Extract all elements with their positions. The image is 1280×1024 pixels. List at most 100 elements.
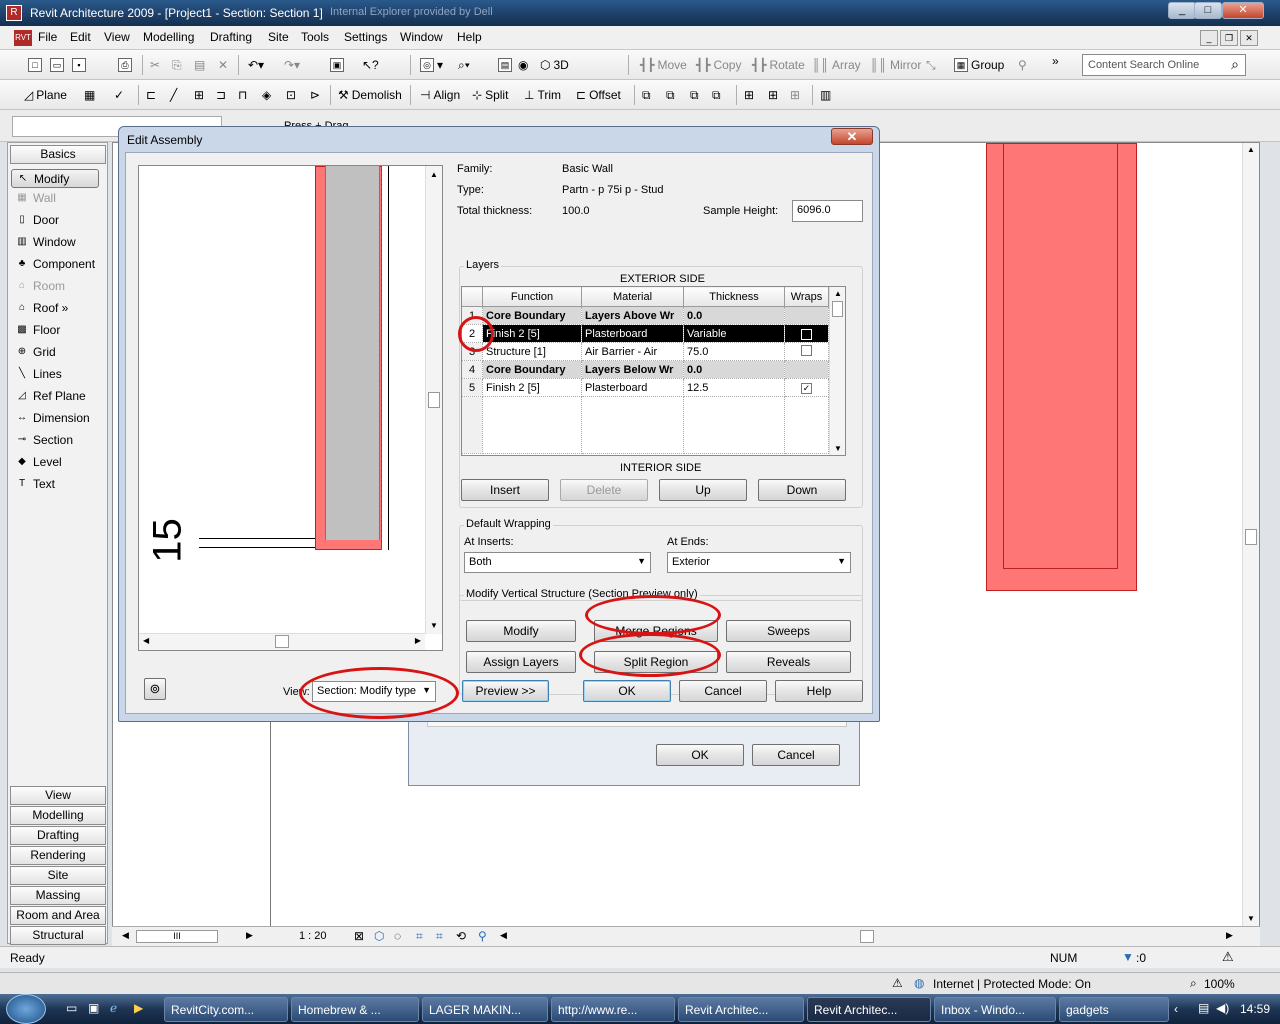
insert-button[interactable]: Insert — [461, 479, 549, 501]
plane-button[interactable]: ◿ Plane — [24, 86, 67, 104]
scroll-left-icon[interactable]: ◀ — [122, 930, 129, 941]
thickness-header[interactable]: Thickness — [683, 287, 785, 307]
open-icon[interactable]: ▭ — [50, 56, 64, 74]
new-icon[interactable]: □ — [28, 56, 42, 74]
mdi-minimize-button[interactable]: _ — [1200, 30, 1218, 46]
layer-thickness[interactable]: Variable — [683, 324, 785, 343]
hide-isolate-icon[interactable]: ⟲ — [456, 929, 466, 943]
tool-icon-14[interactable]: ⊞ — [768, 86, 778, 104]
search-icon[interactable]: ⌕ — [1231, 56, 1239, 73]
wraps-checkbox[interactable]: ✓ — [801, 382, 812, 394]
spelling-icon[interactable]: ✓ — [114, 86, 124, 104]
tool-icon-1[interactable]: ⊏ — [146, 86, 156, 104]
row-number[interactable]: 4 — [462, 360, 483, 379]
design-bar-item-roof[interactable]: ⌂ Roof » — [16, 301, 68, 315]
tool-icon-15[interactable]: ⊞ — [790, 86, 800, 104]
layer-function[interactable]: Structure [1] — [482, 342, 582, 361]
redo-icon[interactable]: ↷▾ — [284, 56, 300, 74]
function-header[interactable]: Function — [482, 287, 582, 307]
taskbar-button[interactable]: Revit Architec... — [807, 997, 931, 1022]
taskbar-button[interactable]: RevitCity.com... — [164, 997, 288, 1022]
tab-drafting[interactable]: Drafting — [10, 826, 106, 845]
design-bar-item-component[interactable]: ♣ Component — [16, 257, 95, 271]
minimize-button[interactable]: _ — [1168, 2, 1196, 19]
menu-help[interactable]: Help — [457, 30, 482, 44]
tool-icon-12[interactable]: ⧉ — [712, 86, 721, 104]
tab-view[interactable]: View — [10, 786, 106, 805]
filter-icon[interactable]: ▼ — [1122, 950, 1134, 964]
tool-icon-7[interactable]: ⊡ — [286, 86, 296, 104]
zoom-level[interactable]: 100% — [1204, 977, 1235, 991]
mirror-button[interactable]: ║║ Mirror — [870, 56, 921, 74]
help-pointer-icon[interactable]: ↖? — [362, 56, 379, 74]
tab-rendering[interactable]: Rendering — [10, 846, 106, 865]
up-button[interactable]: Up — [659, 479, 747, 501]
canvas-vscroll[interactable]: ▲ ▼ — [1242, 143, 1259, 929]
search-zoom-icon[interactable]: ⌕▾ — [458, 56, 470, 74]
preview-pane[interactable]: 15 ▲ ▼ ◀ ▶ — [138, 165, 443, 651]
demolish-button[interactable]: ⚒ Demolish — [338, 86, 402, 104]
print-icon[interactable]: ⎙ — [118, 56, 132, 74]
model-style-icon[interactable]: ⬡ — [374, 929, 384, 943]
taskbar-button[interactable]: Revit Architec... — [678, 997, 804, 1022]
layer-wraps[interactable] — [784, 360, 829, 379]
taskbar-button[interactable]: LAGER MAKIN... — [422, 997, 548, 1022]
at-ends-dropdown[interactable]: Exterior ▼ — [667, 552, 851, 573]
layer-row[interactable]: 5 Finish 2 [5] Plasterboard 12.5 ✓ — [462, 378, 829, 397]
tool-icon-11[interactable]: ⧉ — [690, 86, 699, 104]
menu-modelling[interactable]: Modelling — [143, 30, 194, 44]
layers-vscroll-thumb[interactable] — [832, 301, 843, 317]
view-scale[interactable]: 1 : 20 — [299, 930, 327, 942]
design-bar-item-room[interactable]: ⌂ Room — [16, 279, 65, 293]
crop-icon[interactable]: ⌗ — [416, 929, 423, 944]
delete-icon[interactable]: ✕ — [218, 56, 228, 74]
content-search-input[interactable]: Content Search Online ⌕ — [1082, 54, 1246, 76]
taskbar-button[interactable]: gadgets — [1059, 997, 1169, 1022]
copy-icon[interactable]: ⎘ — [172, 56, 182, 74]
group-button[interactable]: ▦ Group — [954, 56, 1004, 74]
material-header[interactable]: Material — [581, 287, 684, 307]
row-number[interactable]: 5 — [462, 378, 483, 397]
design-bar-item-ref-plane[interactable]: ◿ Ref Plane — [16, 389, 86, 403]
pin-icon[interactable]: ⚲ — [1018, 56, 1027, 74]
thin-lines-icon[interactable]: ▣ — [330, 56, 344, 74]
preview-vscroll-thumb[interactable] — [428, 392, 440, 408]
layers-table[interactable]: Function Material Thickness Wraps 1 Core … — [462, 287, 829, 454]
preview-vscroll[interactable]: ▲ ▼ — [425, 166, 442, 634]
hscroll-thumb[interactable]: III — [136, 930, 218, 943]
tool-icon-10[interactable]: ⧉ — [666, 86, 675, 104]
ok-button[interactable]: OK — [583, 680, 671, 702]
menu-site[interactable]: Site — [268, 30, 289, 44]
preview-hscroll[interactable]: ◀ ▶ — [139, 633, 425, 650]
design-bar-item-floor[interactable]: ▩ Floor — [16, 323, 60, 337]
layer-function[interactable]: Core Boundary — [482, 306, 582, 325]
shadows-icon[interactable]: ◌ — [394, 929, 401, 943]
layer-row[interactable]: 3 Structure [1] Air Barrier - Air 75.0 — [462, 342, 829, 361]
tab-site[interactable]: Site — [10, 866, 106, 885]
cancel-button[interactable]: Cancel — [679, 680, 767, 702]
tool-icon-2[interactable]: ╱ — [170, 86, 177, 104]
sample-height-input[interactable]: 6096.0 — [792, 200, 863, 222]
design-bar-item-grid[interactable]: ⊕ Grid — [16, 345, 56, 359]
design-bar-item-door[interactable]: ▯ Door — [16, 213, 59, 227]
layer-wraps[interactable] — [784, 306, 829, 325]
tray-volume-icon[interactable]: ◀) — [1216, 1001, 1229, 1015]
tab-room-and-area[interactable]: Room and Area — [10, 906, 106, 925]
layer-function[interactable]: Core Boundary — [482, 360, 582, 379]
quicklaunch-ie-icon[interactable]: ℯ — [110, 1001, 117, 1015]
menu-window[interactable]: Window — [400, 30, 443, 44]
menu-view[interactable]: View — [104, 30, 130, 44]
cut-icon[interactable]: ✂ — [150, 56, 160, 74]
start-button[interactable] — [6, 994, 46, 1024]
bg-cancel-button[interactable]: Cancel — [752, 744, 840, 766]
layer-function[interactable]: Finish 2 [5] — [482, 378, 582, 397]
design-bar-item-dimension[interactable]: ↔ Dimension — [16, 411, 90, 425]
layer-material[interactable]: Plasterboard — [581, 378, 684, 397]
layer-material[interactable]: Layers Above Wr — [581, 306, 684, 325]
dialog-close-button[interactable]: ✕ — [831, 128, 873, 145]
crop-visibility-icon[interactable]: ⌗ — [436, 929, 443, 944]
sweeps-button[interactable]: Sweeps — [726, 620, 851, 642]
at-inserts-dropdown[interactable]: Both ▼ — [464, 552, 651, 573]
maximize-button[interactable]: □ — [1194, 2, 1222, 19]
tool-icon-6[interactable]: ◈ — [262, 86, 271, 104]
